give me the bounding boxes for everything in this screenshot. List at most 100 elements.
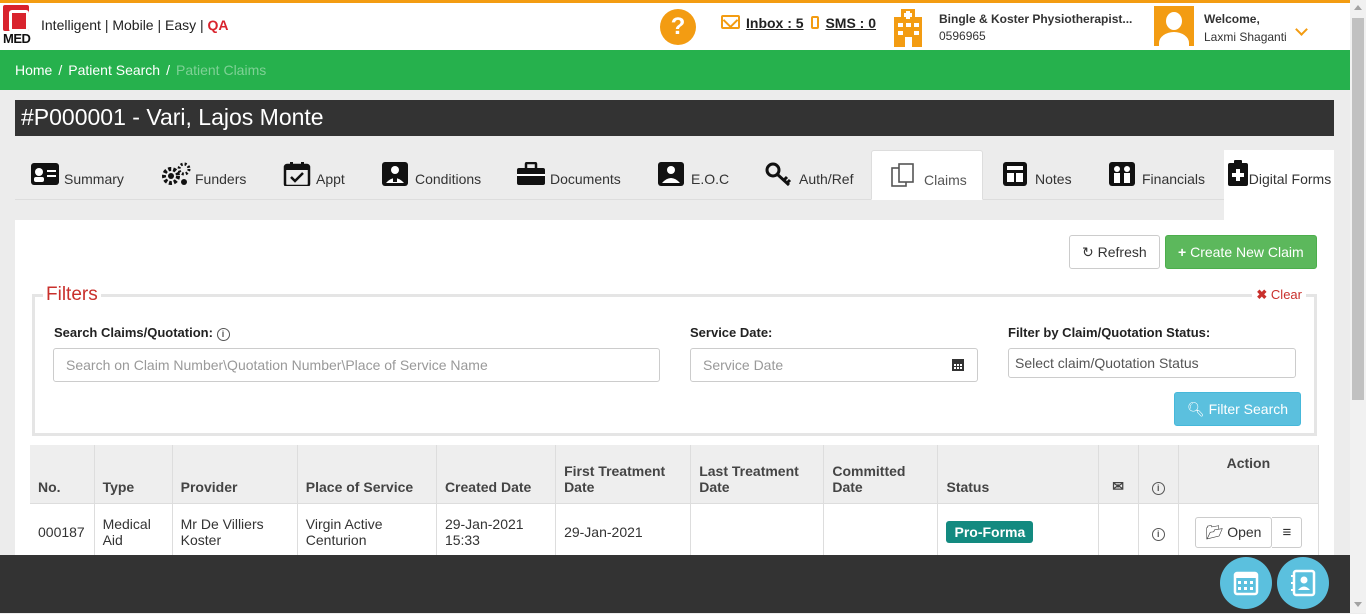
col-no[interactable]: No. xyxy=(30,445,95,503)
tab-financials[interactable]: Financials xyxy=(1108,150,1205,200)
tab-conditions[interactable]: Conditions xyxy=(381,150,481,200)
breadcrumb-home[interactable]: Home xyxy=(15,62,52,78)
logo-mark-icon xyxy=(3,5,29,32)
folder-open-icon: 📂︎ xyxy=(1205,523,1224,540)
tab-label: Appt xyxy=(316,171,345,187)
user-welcome[interactable]: Welcome, Laxmi Shaganti xyxy=(1204,12,1287,44)
filter-search-label: Filter Search xyxy=(1208,401,1289,417)
practice-number: 0596965 xyxy=(939,29,986,43)
tab-label: E.O.C xyxy=(691,171,730,187)
col-first-treatment[interactable]: First Treatment Date xyxy=(555,445,692,503)
tab-documents[interactable]: Documents xyxy=(516,150,621,200)
close-icon: ✖ xyxy=(1256,287,1268,302)
cell-type: Medical Aid xyxy=(94,502,173,561)
plus-icon: + xyxy=(1178,244,1187,260)
inbox-link[interactable]: Inbox : 5 xyxy=(746,15,804,31)
hospital-icon xyxy=(892,7,924,47)
briefcase-icon xyxy=(516,161,546,186)
money-user-icon xyxy=(1108,162,1138,186)
col-committed[interactable]: Committed Date xyxy=(823,445,939,503)
cell-action: 📂︎ Open ≡ xyxy=(1178,502,1320,561)
refresh-button[interactable]: ↻ Refresh xyxy=(1069,235,1160,269)
tab-claims[interactable]: Claims xyxy=(871,150,983,200)
user-avatar[interactable] xyxy=(1154,6,1194,46)
user-name: Laxmi Shaganti xyxy=(1204,30,1287,44)
breadcrumb-patient-search[interactable]: Patient Search xyxy=(68,62,160,78)
col-action: Action xyxy=(1178,445,1320,503)
table-row[interactable]: 000187 Medical Aid Mr De Villiers Koster… xyxy=(30,502,1320,561)
info-icon[interactable]: i xyxy=(216,328,230,341)
tab-label: Summary xyxy=(64,171,124,187)
tab-label: Financials xyxy=(1142,171,1206,187)
claims-table: No. Type Provider Place of Service Creat… xyxy=(30,445,1320,561)
cell-no: 000187 xyxy=(30,502,95,561)
clear-filters-button[interactable]: ✖ Clear xyxy=(1252,287,1306,303)
open-claim-button[interactable]: 📂︎ Open xyxy=(1194,516,1273,548)
status-filter-select[interactable]: Select claim/Quotation Status xyxy=(1008,348,1296,378)
key-icon xyxy=(765,162,795,187)
contacts-fab[interactable] xyxy=(1277,557,1329,609)
breadcrumb-separator: / xyxy=(166,62,170,78)
tab-funders[interactable]: Funders xyxy=(161,150,246,200)
page-scrollbar[interactable] xyxy=(1350,0,1366,613)
practice-info[interactable]: Bingle & Koster Physiotherapist... 05969… xyxy=(939,12,1132,43)
cell-place: Virgin Active Centurion xyxy=(297,502,437,561)
service-date-input[interactable]: Service Date xyxy=(690,348,939,382)
tab-digital-forms[interactable]: Digital Forms xyxy=(1224,150,1334,220)
breadcrumb: Home / Patient Search / Patient Claims xyxy=(0,50,1350,90)
copy-files-icon xyxy=(890,163,920,187)
cell-info: i xyxy=(1138,502,1179,561)
create-claim-button[interactable]: + Create New Claim xyxy=(1165,235,1317,269)
tab-label: Digital Forms xyxy=(1248,171,1332,187)
table-header-row: No. Type Provider Place of Service Creat… xyxy=(30,445,1320,503)
status-badge: Pro-Forma xyxy=(946,521,1034,544)
search-claims-input[interactable]: Search on Claim Number\Quotation Number\… xyxy=(53,348,660,382)
scroll-up-arrow-icon[interactable] xyxy=(1354,5,1362,10)
tab-label: Conditions xyxy=(415,171,482,187)
patient-title: #P000001 - Vari, Lajos Monte xyxy=(15,100,1334,136)
scroll-down-arrow-icon[interactable] xyxy=(1354,602,1362,607)
info-icon: i xyxy=(1151,481,1165,495)
col-status[interactable]: Status xyxy=(937,445,1099,503)
search-claims-label-text: Search Claims/Quotation: xyxy=(54,325,213,340)
logo-text: MED xyxy=(3,31,31,46)
chevron-down-icon[interactable] xyxy=(1295,23,1308,36)
col-message: ✉ xyxy=(1098,445,1139,503)
scrollbar-thumb[interactable] xyxy=(1352,18,1364,400)
tab-appt[interactable]: Appt xyxy=(282,150,345,200)
practice-name: Bingle & Koster Physiotherapist... xyxy=(939,12,1133,26)
tab-summary[interactable]: Summary xyxy=(30,150,124,200)
col-created[interactable]: Created Date xyxy=(436,445,557,503)
info-icon[interactable]: i xyxy=(1151,527,1165,541)
tab-label: Funders xyxy=(195,171,247,187)
calendar-icon xyxy=(952,359,964,371)
tab-notes[interactable]: Notes xyxy=(1001,150,1072,200)
address-book-icon xyxy=(1291,569,1316,597)
col-last-treatment[interactable]: Last Treatment Date xyxy=(690,445,825,503)
calendar-icon xyxy=(1233,571,1259,596)
gears-icon xyxy=(161,162,191,186)
col-provider[interactable]: Provider xyxy=(172,445,298,503)
create-claim-label: Create New Claim xyxy=(1190,244,1304,260)
filters-legend: Filters xyxy=(43,284,101,306)
calendar-button[interactable] xyxy=(938,348,978,382)
tab-authref[interactable]: Auth/Ref xyxy=(765,150,853,200)
filter-search-button[interactable]: 🔍︎ Filter Search xyxy=(1174,392,1302,426)
help-button[interactable]: ? xyxy=(660,9,696,45)
envelope-icon xyxy=(721,15,740,29)
welcome-label: Welcome, xyxy=(1204,12,1260,26)
cell-message xyxy=(1098,502,1139,561)
search-claims-label: Search Claims/Quotation: i xyxy=(54,325,230,341)
col-place[interactable]: Place of Service xyxy=(297,445,437,503)
col-type[interactable]: Type xyxy=(94,445,173,503)
tab-eoc[interactable]: E.O.C xyxy=(657,150,729,200)
app-logo[interactable]: MED xyxy=(3,5,33,49)
sms-link[interactable]: SMS : 0 xyxy=(825,15,876,31)
clear-label: Clear xyxy=(1270,287,1302,302)
calendar-fab[interactable] xyxy=(1220,557,1272,609)
footer-bar xyxy=(0,555,1350,613)
calendar-check-icon xyxy=(282,162,312,188)
row-menu-button[interactable]: ≡ xyxy=(1272,516,1303,548)
cell-last-treatment xyxy=(690,502,825,561)
refresh-icon: ↻ xyxy=(1082,244,1094,260)
